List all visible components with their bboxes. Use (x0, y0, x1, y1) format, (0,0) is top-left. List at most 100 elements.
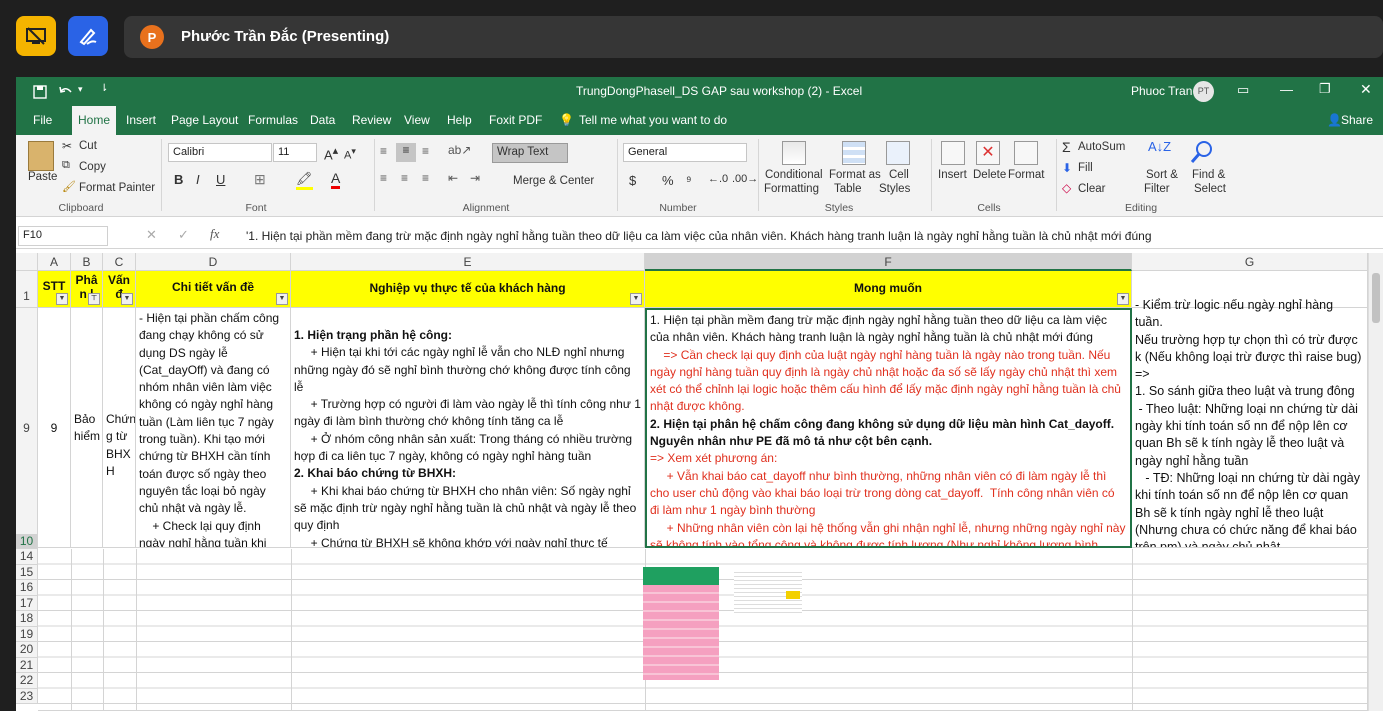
tab-page-layout[interactable]: Page Layout (165, 106, 244, 135)
vertical-scrollbar[interactable] (1368, 253, 1383, 711)
row-header[interactable]: 22 (16, 673, 38, 689)
header-cell-stt[interactable]: STT ▼ (38, 271, 71, 308)
column-header[interactable]: F (645, 253, 1132, 271)
conditional-label[interactable]: Conditional (765, 169, 823, 181)
share-button[interactable]: Share (1335, 106, 1379, 135)
align-right-icon[interactable]: ≡ (422, 171, 429, 185)
row-header[interactable]: 9 (16, 308, 38, 548)
comma-icon[interactable]: ⁹ (686, 173, 692, 188)
increase-decimal-icon[interactable]: ←.0 (708, 173, 728, 185)
cell-label[interactable]: Cell (889, 169, 909, 181)
fill-button[interactable]: Fill (1078, 162, 1093, 174)
cancel-formula-icon[interactable]: ✕ (146, 227, 157, 243)
select-all-corner[interactable] (16, 253, 38, 271)
name-box[interactable]: F10 (18, 226, 108, 246)
orientation-icon[interactable]: ab↗ (448, 143, 471, 157)
header-cell-detail[interactable]: Chi tiết vấn đề ▼ (136, 271, 291, 308)
row-header[interactable]: 21 (16, 657, 38, 673)
autosum-button[interactable]: AutoSum (1078, 141, 1125, 153)
row-header[interactable]: 16 (16, 580, 38, 596)
filter-dropdown-icon[interactable]: ▼ (1117, 293, 1129, 305)
filter-label[interactable]: Filter (1144, 183, 1170, 195)
ribbon-display-icon[interactable]: ▭ (1237, 82, 1249, 98)
tab-view[interactable]: View (398, 106, 436, 135)
cell-c9[interactable]: Chứn g từ BHX H (103, 308, 136, 548)
tab-foxit-pdf[interactable]: Foxit PDF (483, 106, 548, 135)
user-avatar[interactable]: PT (1193, 81, 1214, 102)
tab-file[interactable]: File (27, 106, 58, 135)
percent-icon[interactable]: % (662, 173, 674, 188)
filter-dropdown-icon[interactable]: ▼ (276, 293, 288, 305)
cut-button[interactable]: Cut (79, 140, 97, 152)
formatting-label[interactable]: Formatting (764, 183, 819, 195)
delete-cells-icon[interactable]: ✕ (976, 141, 1000, 165)
annotate-button[interactable] (68, 16, 108, 56)
row-header[interactable]: 15 (16, 564, 38, 580)
cell-g9[interactable]: - Kiểm trừ logic nếu ngày nghỉ hàng tuần… (1132, 297, 1368, 548)
filter-dropdown-icon[interactable]: ▼ (56, 293, 68, 305)
insert-function-icon[interactable]: fx (210, 226, 219, 242)
clear-button[interactable]: Clear (1078, 183, 1105, 195)
table-label[interactable]: Table (834, 183, 862, 195)
column-header[interactable]: A (38, 253, 71, 271)
fill-color-icon[interactable]: 🖍 (296, 171, 313, 190)
decrease-decimal-icon[interactable]: .00→ (732, 173, 758, 185)
paste-button[interactable]: Paste (28, 171, 57, 183)
cell-f10-selected[interactable]: 1. Hiện tại phần mềm đang trừ mặc định n… (645, 308, 1132, 548)
number-format-select[interactable]: General (623, 143, 747, 162)
font-size-select[interactable]: 11 (273, 143, 317, 162)
tab-data[interactable]: Data (304, 106, 341, 135)
conditional-formatting-icon[interactable] (782, 141, 806, 165)
merge-center-button[interactable]: Merge & Center (513, 175, 594, 187)
tab-insert[interactable]: Insert (120, 106, 162, 135)
find-label[interactable]: Find & (1192, 169, 1225, 181)
tell-me-search[interactable]: Tell me what you want to do (573, 106, 733, 135)
column-header[interactable]: C (103, 253, 136, 271)
currency-icon[interactable]: $ (629, 173, 636, 188)
wrap-text-button[interactable]: Wrap Text (492, 143, 568, 163)
cell-styles-icon[interactable] (886, 141, 910, 165)
delete-button[interactable]: Delete (973, 169, 1006, 181)
header-cell-business[interactable]: Nghiệp vụ thực tế của khách hàng ▼ (291, 271, 645, 308)
increase-indent-icon[interactable]: ⇥ (470, 171, 480, 185)
paste-icon[interactable] (28, 141, 54, 171)
column-header[interactable]: E (291, 253, 645, 271)
insert-cells-icon[interactable] (941, 141, 965, 165)
select-label[interactable]: Select (1194, 183, 1226, 195)
tab-help[interactable]: Help (441, 106, 478, 135)
align-center-icon[interactable]: ≡ (401, 171, 408, 185)
row-header[interactable]: 20 (16, 642, 38, 658)
row-header[interactable]: 1 (16, 271, 38, 308)
filter-active-icon[interactable]: ⊤ (88, 293, 100, 305)
top-align-icon[interactable]: ≡ (380, 144, 387, 158)
sort-label[interactable]: Sort & (1146, 169, 1178, 181)
restore-icon[interactable]: ❐ (1319, 81, 1331, 97)
row-header[interactable]: 18 (16, 611, 38, 627)
undo-icon[interactable] (58, 85, 74, 99)
decrease-indent-icon[interactable]: ⇤ (448, 171, 458, 185)
close-icon[interactable]: ✕ (1360, 81, 1372, 98)
row-header[interactable]: 10 (16, 534, 38, 549)
format-painter-button[interactable]: Format Painter (79, 182, 155, 194)
row-header[interactable]: 14 (16, 549, 38, 565)
customize-toolbar-icon[interactable]: ⇂ (100, 83, 108, 94)
minimize-icon[interactable]: — (1280, 82, 1293, 97)
insert-button[interactable]: Insert (938, 169, 967, 181)
scrollbar-thumb[interactable] (1372, 273, 1380, 323)
undo-dropdown-icon[interactable]: ▾ (78, 84, 83, 95)
cell-e9[interactable]: 1. Hiện trạng phần hệ công: + Hiện tại k… (291, 308, 645, 548)
filter-dropdown-icon[interactable]: ▼ (630, 293, 642, 305)
font-color-icon[interactable]: A (331, 170, 341, 189)
header-cell-expectation[interactable]: Mong muốn ▼ (645, 271, 1132, 308)
row-header[interactable]: 19 (16, 626, 38, 642)
align-left-icon[interactable]: ≡ (380, 171, 387, 185)
stop-presenting-button[interactable] (16, 16, 56, 56)
tab-review[interactable]: Review (346, 106, 397, 135)
header-cell-category[interactable]: Phâ n l⊤ (71, 271, 103, 308)
embedded-image-table[interactable] (643, 567, 719, 680)
save-icon[interactable] (33, 85, 47, 99)
format-button[interactable]: Format (1008, 169, 1044, 181)
format-cells-icon[interactable] (1014, 141, 1038, 165)
enter-formula-icon[interactable]: ✓ (178, 227, 189, 243)
italic-icon[interactable]: I (196, 172, 200, 187)
